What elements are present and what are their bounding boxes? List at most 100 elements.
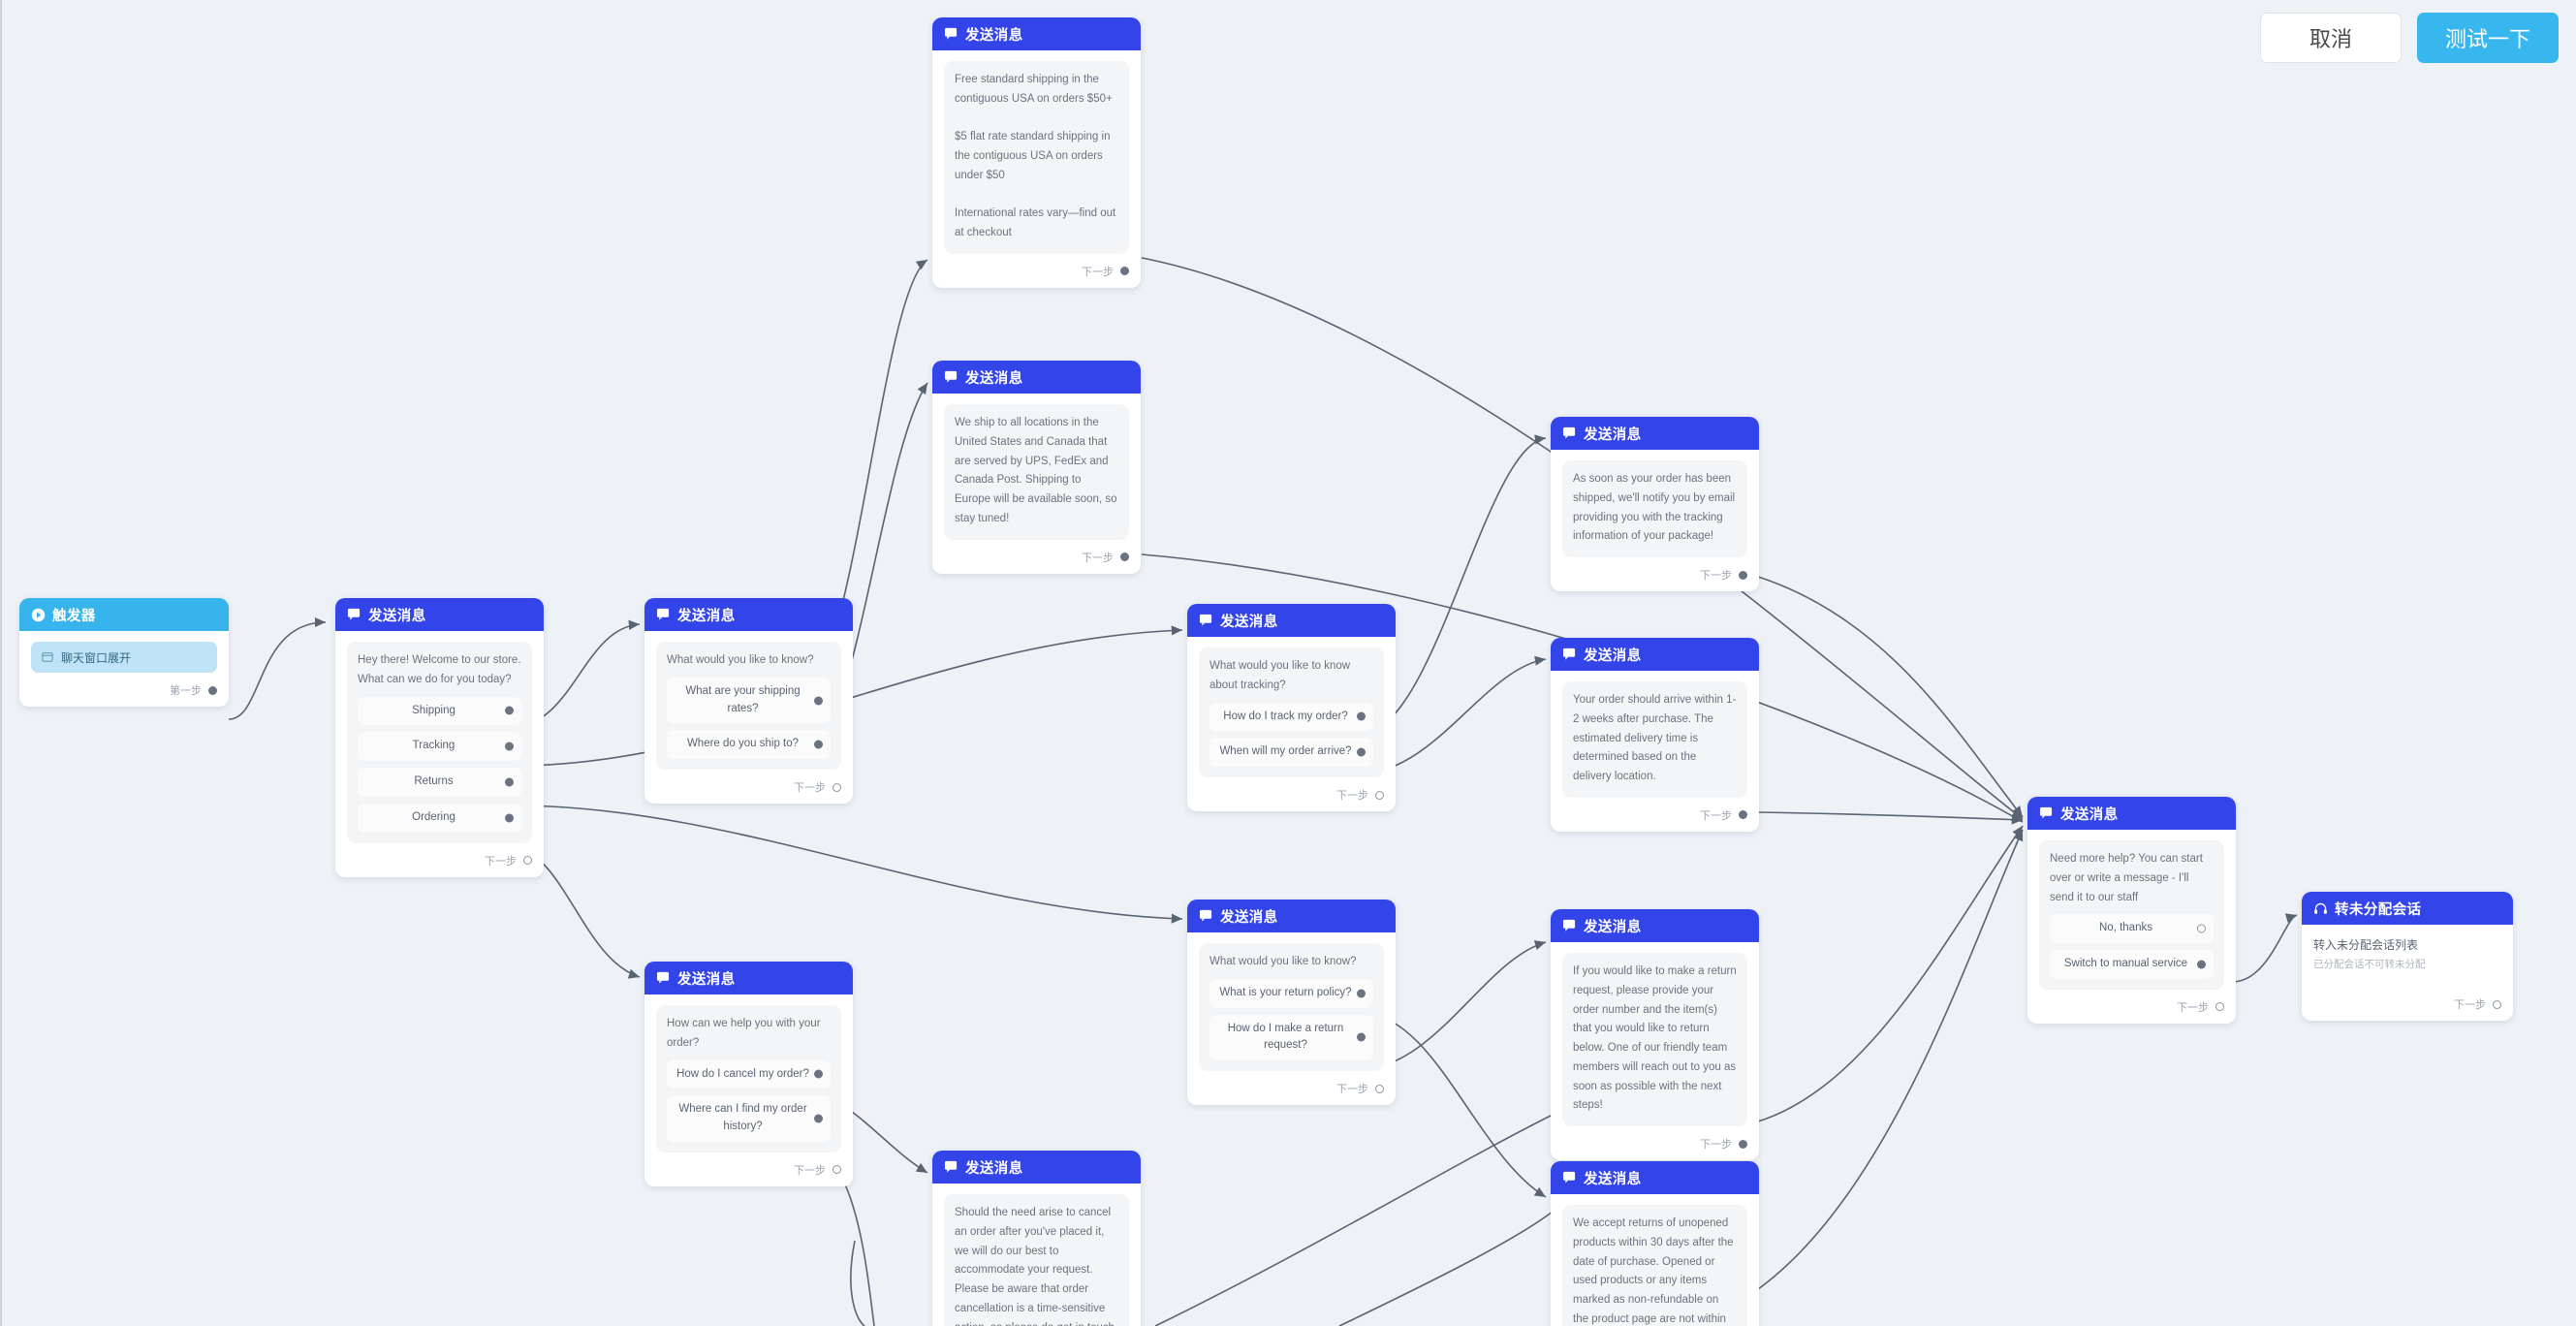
message-text: What would you like to know about tracki…: [1209, 660, 1351, 691]
message-icon: [1562, 919, 1577, 932]
output-port[interactable]: [832, 782, 841, 792]
option-port[interactable]: [1357, 747, 1366, 757]
message-bubble: We ship to all locations in the United S…: [944, 404, 1129, 540]
flow-canvas[interactable]: 触发器 聊天窗口展开 第一步 发送消息 Hey there! Welcome t…: [0, 0, 2576, 1326]
node-trigger[interactable]: 触发器 聊天窗口展开 第一步: [19, 598, 229, 707]
message-icon: [1199, 614, 1213, 627]
node-ship-destinations[interactable]: 发送消息 We ship to all locations in the Uni…: [932, 361, 1141, 574]
output-port[interactable]: [2493, 999, 2501, 1009]
node-body: Hey there! Welcome to our store. What ca…: [335, 631, 544, 849]
quick-reply-return-policy[interactable]: What is your return policy?: [1209, 978, 1373, 1008]
node-footer: 下一步: [1551, 1132, 1759, 1160]
quick-reply-order-arrive[interactable]: When will my order arrive?: [1209, 738, 1373, 768]
node-return-request-answer[interactable]: 发送消息 If you would like to make a return …: [1551, 909, 1759, 1161]
quick-reply-order-history[interactable]: Where can I find my order history?: [667, 1095, 831, 1142]
footer-label: 下一步: [1336, 790, 1368, 803]
node-welcome-message[interactable]: 发送消息 Hey there! Welcome to our store. Wh…: [335, 598, 544, 877]
node-cancel-order-answer[interactable]: 发送消息 Should the need arise to cancel an …: [932, 1151, 1141, 1326]
message-bubble: Should the need arise to cancel an order…: [944, 1194, 1129, 1326]
node-shipping-question[interactable]: 发送消息 What would you like to know? What a…: [644, 598, 853, 805]
node-returns-question[interactable]: 发送消息 What would you like to know? What i…: [1187, 900, 1396, 1106]
option-port[interactable]: [1357, 989, 1366, 998]
message-icon: [2039, 806, 2054, 820]
quick-reply-returns[interactable]: Returns: [358, 768, 521, 797]
quick-reply-tracking[interactable]: Tracking: [358, 732, 521, 762]
quick-reply-switch-manual[interactable]: Switch to manual service: [2050, 950, 2214, 979]
node-return-policy-answer[interactable]: 发送消息 We accept returns of unopened produ…: [1551, 1161, 1759, 1326]
node-order-arrival-answer[interactable]: 发送消息 Your order should arrive within 1-2…: [1551, 638, 1759, 832]
output-port[interactable]: [1375, 1084, 1384, 1093]
option-port[interactable]: [2197, 960, 2206, 969]
node-header: 发送消息: [644, 962, 853, 994]
trigger-event-item[interactable]: 聊天窗口展开: [31, 642, 217, 673]
quick-reply-label: What are your shipping rates?: [685, 684, 801, 714]
node-header: 转未分配会话: [2302, 892, 2513, 925]
option-port[interactable]: [814, 1069, 823, 1079]
quick-reply-track-order[interactable]: How do I track my order?: [1209, 702, 1373, 732]
node-track-order-answer[interactable]: 发送消息 As soon as your order has been ship…: [1551, 417, 1759, 592]
quick-reply-shipping[interactable]: Shipping: [358, 696, 521, 726]
quick-reply-label: Where can I find my order history?: [678, 1103, 807, 1133]
node-body: Need more help? You can start over or wr…: [2027, 830, 2236, 995]
node-header: 发送消息: [1187, 604, 1396, 637]
node-tracking-question[interactable]: 发送消息 What would you like to know about t…: [1187, 604, 1396, 812]
quick-reply-ordering[interactable]: Ordering: [358, 803, 521, 833]
footer-label: 下一步: [1700, 809, 1732, 822]
option-port[interactable]: [505, 706, 514, 715]
node-body: What would you like to know? What is you…: [1187, 932, 1396, 1077]
message-icon: [1562, 1171, 1577, 1184]
output-port[interactable]: [2215, 1002, 2224, 1012]
output-port[interactable]: [1120, 552, 1129, 562]
option-port[interactable]: [505, 777, 514, 787]
quick-reply-no-thanks[interactable]: No, thanks: [2050, 914, 2214, 944]
node-ordering-question[interactable]: 发送消息 How can we help you with your order…: [644, 962, 853, 1186]
node-title: 发送消息: [677, 608, 736, 624]
node-footer: 下一步: [644, 1158, 853, 1186]
output-port[interactable]: [208, 685, 217, 695]
message-icon: [944, 27, 958, 41]
quick-reply-label: When will my order arrive?: [1219, 745, 1352, 758]
output-port[interactable]: [1739, 1139, 1747, 1149]
message-text: How can we help you with your order?: [667, 1018, 821, 1049]
option-port[interactable]: [1357, 1032, 1366, 1042]
node-header: 发送消息: [1551, 909, 1759, 942]
option-port[interactable]: [2197, 924, 2206, 933]
message-text: What would you like to know?: [1209, 956, 1357, 967]
transfer-secondary-text: 已分配会话不可转未分配: [2313, 959, 2426, 970]
output-port[interactable]: [832, 1165, 841, 1175]
option-port[interactable]: [505, 742, 514, 751]
node-body: 转入未分配会话列表 已分配会话不可转未分配: [2302, 925, 2513, 975]
node-transfer-unassigned[interactable]: 转未分配会话 转入未分配会话列表 已分配会话不可转未分配 下一步: [2302, 892, 2513, 1021]
option-port[interactable]: [505, 813, 514, 823]
test-button[interactable]: 测试一下: [2417, 13, 2559, 63]
option-port[interactable]: [814, 740, 823, 749]
message-bubble: How can we help you with your order? How…: [656, 1005, 841, 1152]
cancel-button[interactable]: 取消: [2260, 13, 2402, 63]
quick-reply-cancel-order[interactable]: How do I cancel my order?: [667, 1059, 831, 1089]
quick-reply-shipping-rates[interactable]: What are your shipping rates?: [667, 677, 831, 724]
footer-label: 下一步: [2454, 999, 2486, 1011]
node-footer: 下一步: [2302, 975, 2513, 1021]
output-port[interactable]: [1120, 267, 1129, 276]
node-title: 发送消息: [1584, 426, 1642, 443]
quick-reply-where-ship[interactable]: Where do you ship to?: [667, 730, 831, 760]
node-need-more-help[interactable]: 发送消息 Need more help? You can start over …: [2027, 797, 2236, 1024]
node-shipping-rates[interactable]: 发送消息 Free standard shipping in the conti…: [932, 17, 1141, 288]
node-header: 发送消息: [932, 17, 1141, 50]
footer-label: 下一步: [1700, 570, 1732, 583]
output-port[interactable]: [1375, 790, 1384, 800]
quick-reply-label: Shipping: [412, 704, 456, 716]
message-text: Should the need arise to cancel an order…: [955, 1207, 1115, 1326]
trigger-event-label: 聊天窗口展开: [61, 650, 132, 665]
option-port[interactable]: [814, 696, 823, 706]
option-port[interactable]: [814, 1114, 823, 1123]
option-port[interactable]: [1357, 711, 1366, 721]
quick-reply-return-request[interactable]: How do I make a return request?: [1209, 1014, 1373, 1061]
quick-reply-label: How do I cancel my order?: [676, 1067, 809, 1080]
footer-label: 下一步: [1082, 266, 1114, 278]
output-port[interactable]: [1739, 810, 1747, 820]
footer-label: 下一步: [1336, 1084, 1368, 1096]
output-port[interactable]: [523, 856, 532, 866]
output-port[interactable]: [1739, 570, 1747, 580]
toolbar: 取消 测试一下: [2260, 13, 2559, 63]
